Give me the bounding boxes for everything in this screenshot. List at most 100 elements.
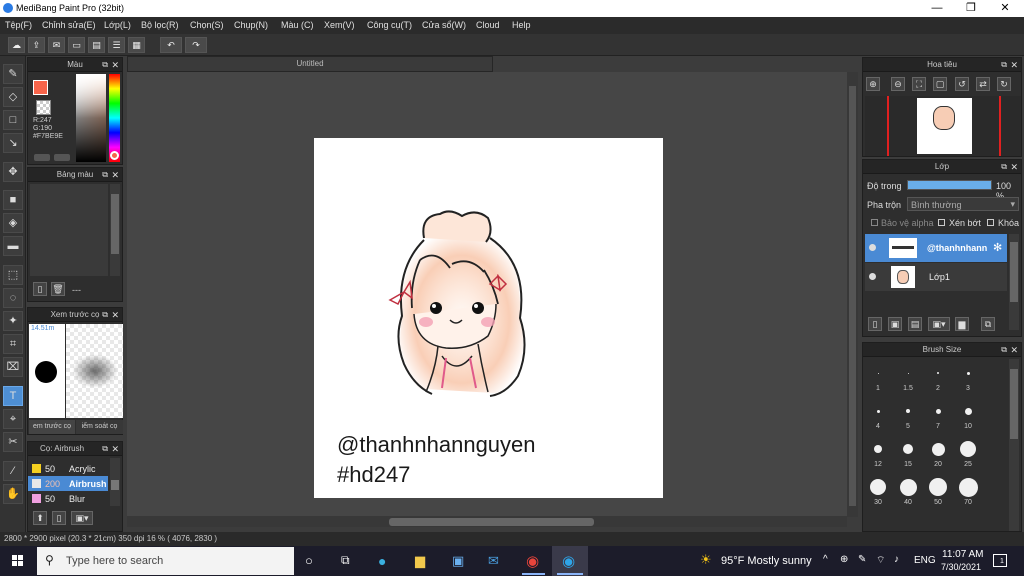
add-brush-icon[interactable]: ⬆ (33, 511, 47, 525)
duplicate-layer-icon[interactable]: ⧉ (981, 317, 995, 331)
layer-options-icon[interactable]: ▣▾ (928, 317, 950, 331)
fit-icon[interactable]: ⛶ (912, 77, 926, 91)
close-icon[interactable]: ✕ (1010, 58, 1018, 72)
brush-tool-icon[interactable]: ✎ (3, 64, 23, 84)
brush-size-cell[interactable]: 70 (954, 475, 982, 511)
menu-layer[interactable]: Lớp(L) (104, 20, 131, 30)
bucket-tool-icon[interactable]: ◈ (3, 213, 23, 233)
move-tool-icon[interactable]: ✥ (3, 162, 23, 182)
chrome-taskbar-button[interactable]: ◉ (517, 546, 550, 576)
new-palette-icon[interactable]: ▯ (33, 282, 47, 296)
workspace-vertical-scrollbar[interactable] (847, 72, 858, 517)
list-icon[interactable]: ☰ (108, 37, 125, 53)
dot-tool-icon[interactable]: □ (3, 110, 23, 130)
new-8bit-layer-icon[interactable]: ▤ (908, 317, 922, 331)
saturation-value-picker[interactable] (76, 74, 106, 162)
undock-icon[interactable]: ⧉ (102, 168, 108, 182)
weather-icon[interactable]: ☀ (700, 552, 712, 568)
redo-icon[interactable]: ↷ (185, 37, 207, 53)
brush-size-cell[interactable]: 40 (894, 475, 922, 511)
brush-size-cell[interactable]: 5 (894, 399, 922, 435)
brush-size-cell[interactable]: 2 (924, 361, 952, 397)
brush-size-scrollbar[interactable] (1009, 359, 1019, 531)
edge-icon[interactable]: ● (378, 553, 386, 569)
comment-icon[interactable]: ✉ (48, 37, 65, 53)
close-icon[interactable]: ✕ (111, 58, 119, 72)
brush-size-cell[interactable]: 30 (864, 475, 892, 511)
chevron-up-icon[interactable]: ^ (823, 554, 828, 565)
pages-icon[interactable]: ▤ (88, 37, 105, 53)
taskbar-search-box[interactable]: ⚲ Type here to search (37, 547, 294, 575)
palette-scrollbar[interactable] (110, 184, 120, 276)
palette-area[interactable] (30, 184, 108, 276)
medibang-taskbar-button[interactable]: ◉ (552, 546, 588, 576)
color-mode-button[interactable] (34, 154, 50, 161)
windows-start-button[interactable] (0, 546, 36, 576)
rotate-left-icon[interactable]: ↺ (955, 77, 969, 91)
tab-brush-preview[interactable]: em trước cọ (29, 420, 75, 434)
pen-icon[interactable]: ✎ (858, 554, 866, 565)
upload-icon[interactable]: ⇪ (28, 37, 45, 53)
eyedropper-small-button[interactable] (54, 154, 70, 161)
menu-view[interactable]: Xem(V) (324, 20, 355, 30)
close-icon[interactable]: ✕ (111, 442, 119, 456)
tab-brush-control[interactable]: iểm soát cọ (76, 420, 123, 434)
menu-tools[interactable]: Công cụ(T) (367, 20, 412, 30)
weather-text[interactable]: 95°F Mostly sunny (721, 555, 812, 567)
minimize-button[interactable]: — (920, 0, 954, 17)
undock-icon[interactable]: ⧉ (102, 58, 108, 72)
magic-wand-tool-icon[interactable]: ✦ (3, 311, 23, 331)
brush-size-cell[interactable]: 3 (954, 361, 982, 397)
select-rect-tool-icon[interactable]: ⬚ (3, 265, 23, 285)
lasso-tool-icon[interactable]: ◌ (3, 288, 23, 308)
undock-icon[interactable]: ⧉ (1001, 58, 1007, 72)
undo-icon[interactable]: ↶ (160, 37, 182, 53)
menu-file[interactable]: Tệp(F) (5, 20, 32, 30)
brush-size-grid[interactable]: 1 1.5 2 3 4 5 7 10 12 15 20 25 30 40 50 70 (863, 359, 983, 533)
hue-slider[interactable] (109, 74, 120, 162)
grid-icon[interactable]: ▦ (128, 37, 145, 53)
new-layer-icon[interactable]: ▯ (868, 317, 882, 331)
notification-icon[interactable]: 1 (993, 554, 1007, 567)
select-pen-tool-icon[interactable]: ⌗ (3, 334, 23, 354)
cloud-icon[interactable]: ☁ (8, 37, 25, 53)
file-explorer-icon[interactable]: ▆ (415, 553, 425, 569)
menu-capture[interactable]: Chụp(N) (234, 20, 268, 30)
menu-edit[interactable]: Chỉnh sửa(E) (42, 20, 96, 30)
menu-color[interactable]: Màu (C) (281, 20, 314, 30)
rect-fill-tool-icon[interactable]: ■ (3, 190, 23, 210)
close-icon[interactable]: ✕ (1010, 343, 1018, 357)
undock-icon[interactable]: ⧉ (102, 308, 108, 322)
gradient-tool-icon[interactable]: ▬ (3, 236, 23, 256)
volume-icon[interactable]: ♪ (894, 554, 899, 565)
select-eraser-tool-icon[interactable]: ⌧ (3, 357, 23, 377)
clock-date[interactable]: 7/30/2021 (941, 562, 981, 572)
workspace-horizontal-scrollbar[interactable] (127, 516, 847, 527)
store-icon[interactable]: ▣ (452, 553, 464, 569)
zoom-out-icon[interactable]: ⊖ (891, 77, 905, 91)
new-brush-icon[interactable]: ▯ (52, 511, 66, 525)
mail-icon[interactable]: ✉ (488, 553, 499, 569)
operation-tool-icon[interactable]: ⌖ (3, 409, 23, 429)
divide-tool-icon[interactable]: ✂ (3, 432, 23, 452)
lock-checkbox[interactable] (987, 219, 994, 226)
trash-icon[interactable]: 🗑 (51, 282, 65, 296)
brush-size-cell[interactable]: 1 (864, 361, 892, 397)
protect-alpha-checkbox[interactable] (871, 219, 878, 226)
brush-size-cell[interactable]: 25 (954, 437, 982, 473)
blend-mode-select[interactable]: Bình thường ▾ (907, 197, 1019, 211)
layer-row-selected[interactable]: @thanhnhann ✻ (865, 234, 1007, 262)
page-icon[interactable]: ▭ (68, 37, 85, 53)
brush-size-cell[interactable]: 15 (894, 437, 922, 473)
brush-size-cell[interactable]: 20 (924, 437, 952, 473)
document-tab[interactable]: Untitled (127, 56, 493, 72)
visibility-eye-icon[interactable] (869, 273, 876, 280)
line-tool-icon[interactable]: ↘ (3, 133, 23, 153)
brush-size-cell[interactable]: 50 (924, 475, 952, 511)
clip-checkbox[interactable] (938, 219, 945, 226)
menu-select[interactable]: Chọn(S) (190, 20, 224, 30)
network-icon[interactable]: ⊕ (840, 554, 848, 565)
brush-item[interactable]: 50 Acrylic (28, 461, 108, 476)
close-icon[interactable]: ✕ (111, 168, 119, 182)
background-color-swatch[interactable] (36, 100, 51, 115)
